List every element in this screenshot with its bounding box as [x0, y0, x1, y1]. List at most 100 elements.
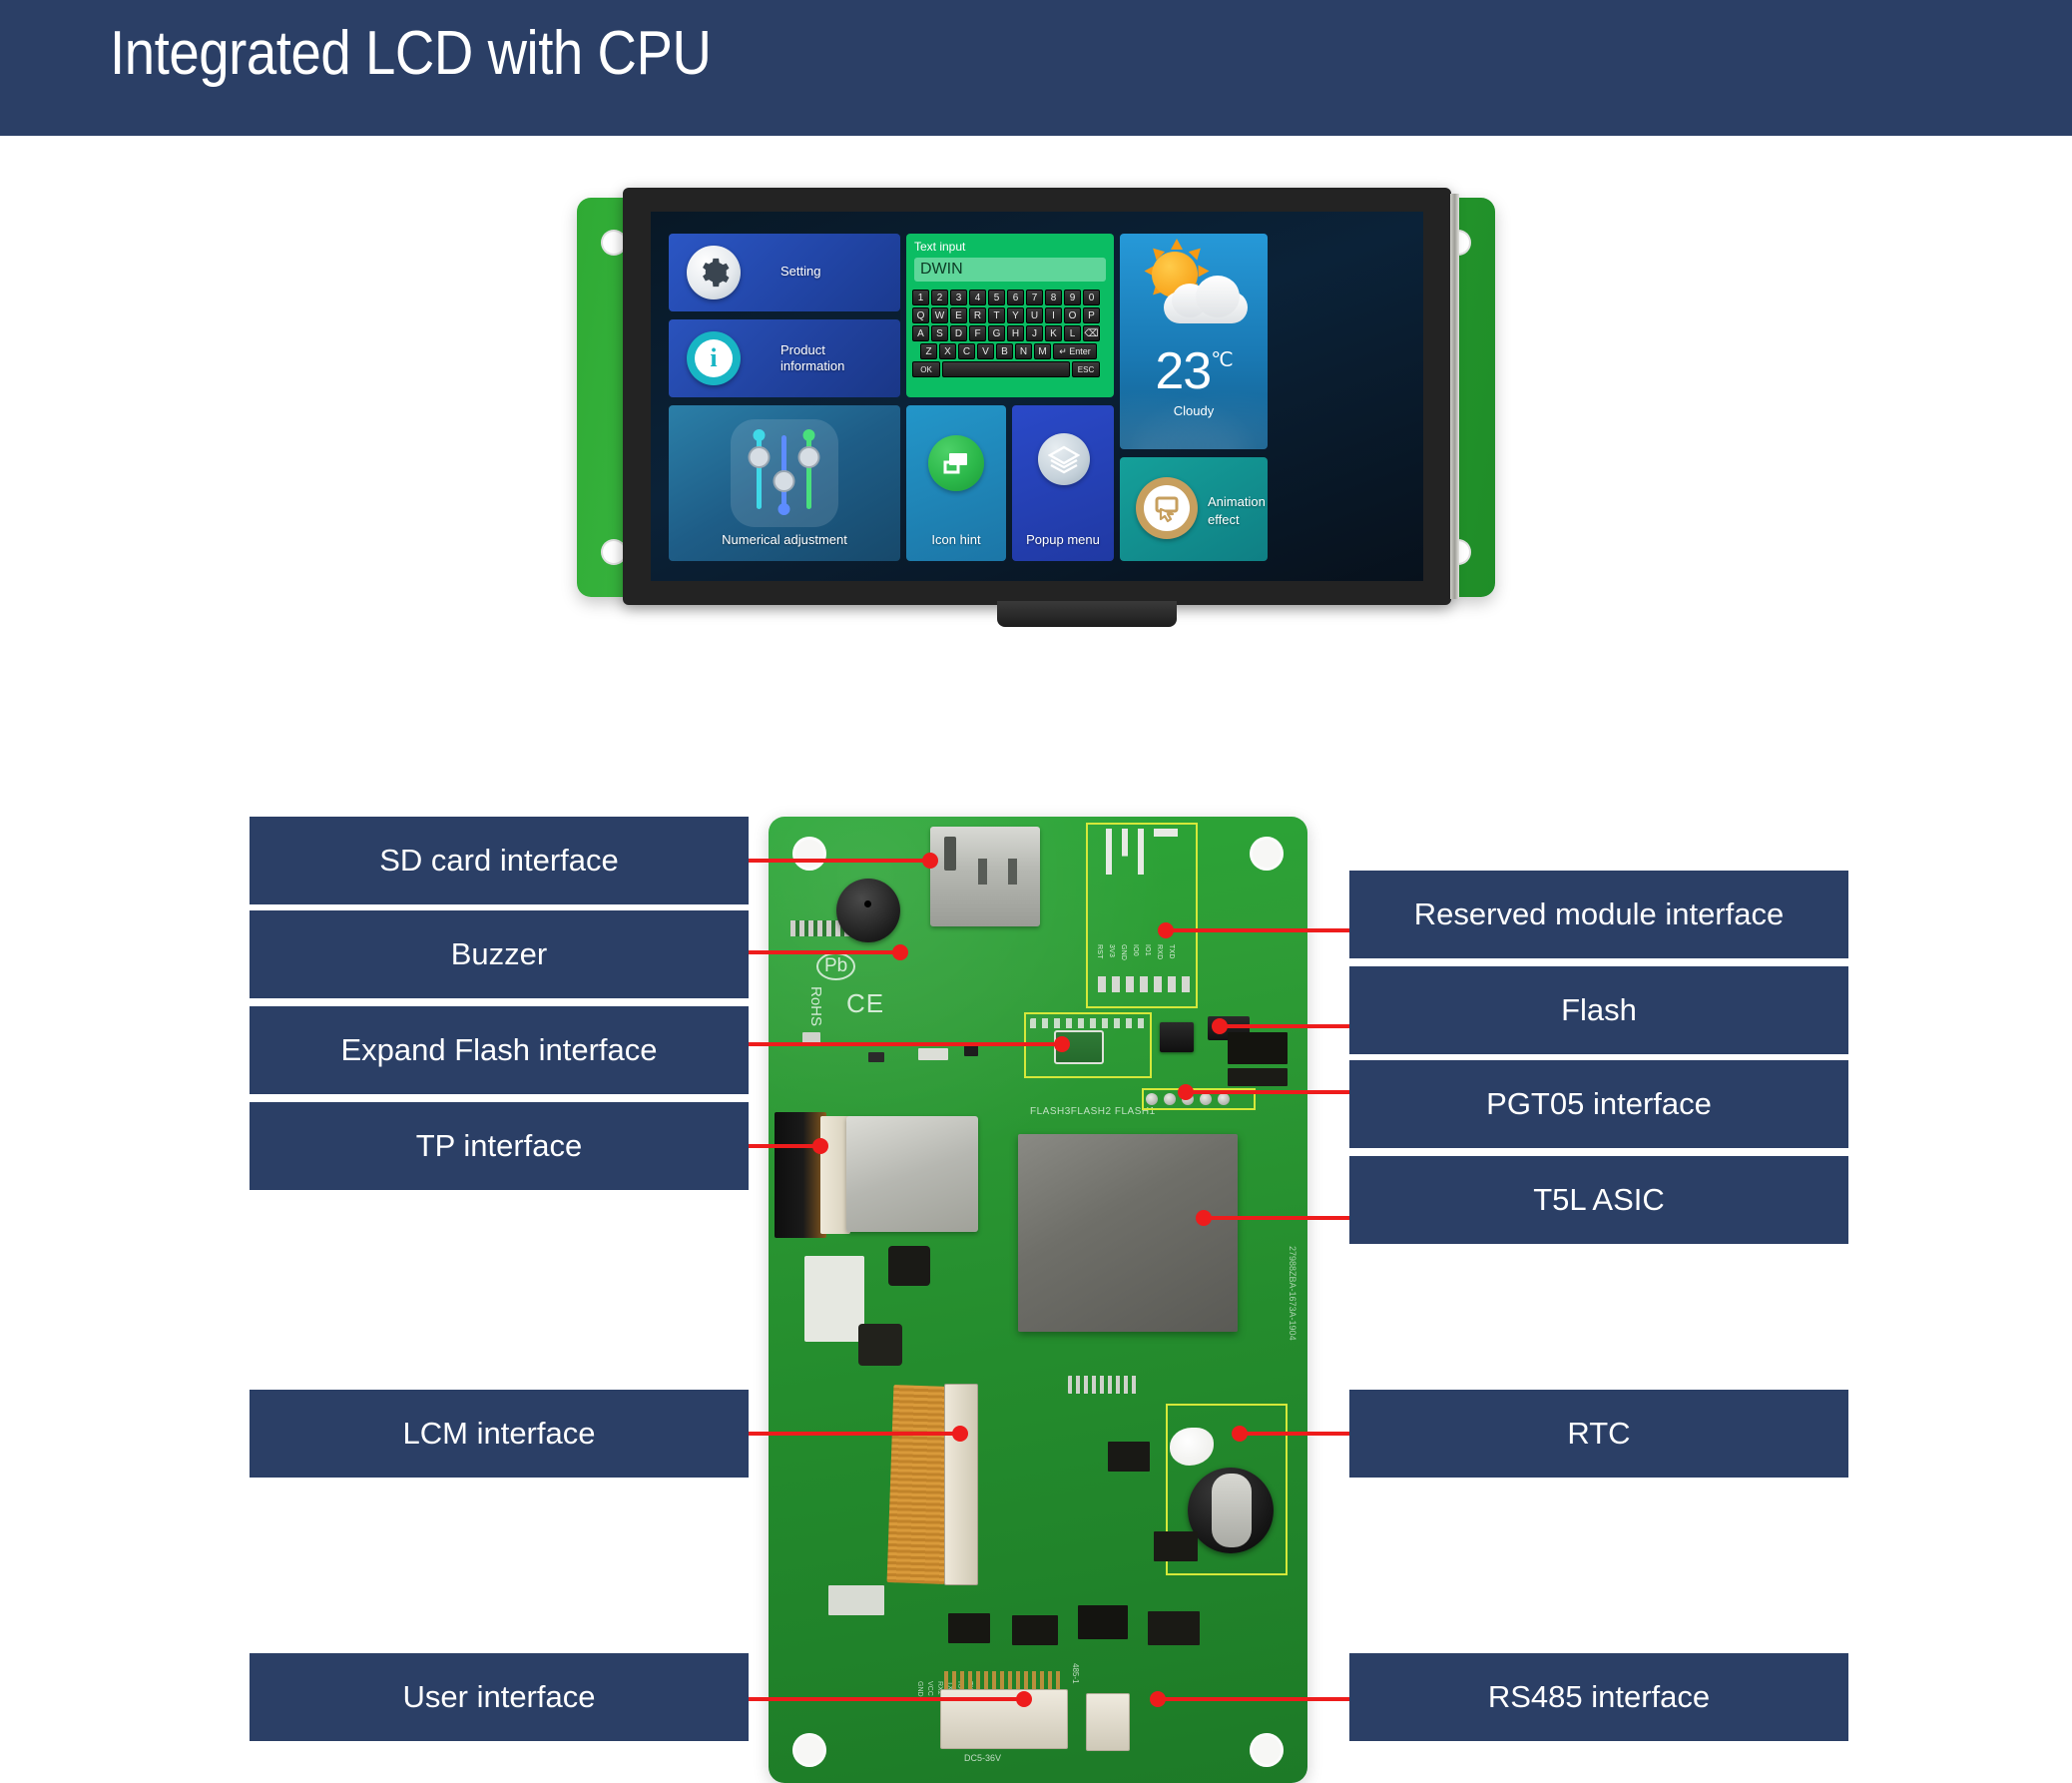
callout-label: TP interface [415, 1128, 583, 1163]
callout-lcm-interface[interactable]: LCM interface [250, 1390, 749, 1478]
tile-setting[interactable]: Setting [669, 234, 900, 311]
key-j[interactable]: J [1026, 325, 1043, 341]
key-g[interactable]: G [988, 325, 1005, 341]
callout-buzzer[interactable]: Buzzer [250, 910, 749, 998]
tile-icon-hint[interactable]: Icon hint [906, 405, 1006, 561]
key-b[interactable]: B [996, 343, 1013, 359]
key-esc[interactable]: ESC [1072, 361, 1100, 377]
key-d[interactable]: D [950, 325, 967, 341]
callout-rs485-interface[interactable]: RS485 interface [1349, 1653, 1848, 1741]
pcb-board-photo: Pb CE RoHS RST 3V3 GND IO0 IO1 RXD TXD FLASH3F… [769, 817, 1307, 1783]
key-k[interactable]: K [1045, 325, 1062, 341]
tile-setting-label: Setting [780, 264, 821, 279]
flash-chip [1160, 1022, 1194, 1052]
key-3[interactable]: 3 [950, 290, 967, 305]
tile-text-input-keyboard[interactable]: Text input DWIN 1234567890 QWERTYUIOP AS… [906, 234, 1114, 397]
inductor [858, 1324, 902, 1366]
leader-line-user-interface [749, 1697, 1024, 1701]
key-ok[interactable]: OK [912, 361, 940, 377]
user-connector-pins [944, 1671, 1064, 1691]
smd-part [1148, 1611, 1200, 1645]
callout-label: Reserved module interface [1413, 896, 1785, 931]
key-9[interactable]: 9 [1064, 290, 1081, 305]
callout-rtc[interactable]: RTC [1349, 1390, 1848, 1478]
tp-fpc-cable [775, 1112, 826, 1238]
key-x[interactable]: X [939, 343, 956, 359]
key-z[interactable]: Z [920, 343, 937, 359]
callout-t5l-asic[interactable]: T5L ASIC [1349, 1156, 1848, 1244]
page-title: Integrated LCD with CPU [110, 19, 712, 88]
callout-reserved-module-interface[interactable]: Reserved module interface [1349, 871, 1848, 958]
tile-product-information[interactable]: i Product information [669, 319, 900, 397]
callout-user-interface[interactable]: User interface [250, 1653, 749, 1741]
smd-pads [1068, 1376, 1138, 1394]
leader-line-t5l-asic [1206, 1216, 1349, 1220]
ce-silkscreen: CE [846, 988, 885, 1018]
marker-lcm-interface [952, 1426, 968, 1442]
marker-reserved-module-interface [1158, 922, 1174, 938]
key-v[interactable]: V [977, 343, 994, 359]
buzzer-component [836, 879, 900, 942]
key-l[interactable]: L [1064, 325, 1081, 341]
leader-line-rs485-interface [1160, 1697, 1349, 1701]
callout-label: Expand Flash interface [340, 1032, 658, 1067]
tile-numerical-adjustment[interactable]: Numerical adjustment [669, 405, 900, 561]
key-7[interactable]: 7 [1026, 290, 1043, 305]
leader-line-expand-flash-interface [749, 1042, 1062, 1046]
callout-sd-card-interface[interactable]: SD card interface [250, 817, 749, 904]
key-a[interactable]: A [912, 325, 929, 341]
tile-animation-effect[interactable]: Animation effect [1120, 457, 1268, 561]
tile-popup-menu[interactable]: Popup menu [1012, 405, 1114, 561]
marker-expand-flash-interface [1054, 1036, 1070, 1052]
key-p[interactable]: P [1083, 307, 1100, 323]
keyboard-row-qwerty[interactable]: QWERTYUIOP [912, 307, 1108, 323]
text-input-field[interactable]: DWIN [914, 258, 1106, 282]
key-2[interactable]: 2 [931, 290, 948, 305]
keyboard-row-space[interactable]: OK ESC [912, 361, 1108, 377]
key-6[interactable]: 6 [1007, 290, 1024, 305]
callout-flash[interactable]: Flash [1349, 966, 1848, 1054]
mounting-hole [1250, 837, 1284, 871]
tile-weather[interactable]: 23℃ Cloudy [1120, 234, 1268, 449]
key-4[interactable]: 4 [969, 290, 986, 305]
virtual-keyboard[interactable]: 1234567890 QWERTYUIOP A S D F G H J K L ⌫ ZXCVBNM… [912, 290, 1108, 379]
key-h[interactable]: H [1007, 325, 1024, 341]
key-space[interactable] [942, 361, 1070, 377]
key--[interactable]: ⌫ [1083, 325, 1100, 341]
key-5[interactable]: 5 [988, 290, 1005, 305]
callout-expand-flash-interface[interactable]: Expand Flash interface [250, 1006, 749, 1094]
keyboard-row-numbers[interactable]: 1234567890 [912, 290, 1108, 305]
key-f[interactable]: F [969, 325, 986, 341]
keyboard-row-home[interactable]: A S D F G H J K L ⌫ [912, 325, 1108, 341]
key-q[interactable]: Q [912, 307, 929, 323]
callout-tp-interface[interactable]: TP interface [250, 1102, 749, 1190]
key-t[interactable]: T [988, 307, 1005, 323]
smd-part [918, 1048, 948, 1060]
lcd-module-photo: Setting i Product information Text input… [577, 188, 1495, 627]
callout-label: User interface [402, 1679, 596, 1714]
key-c[interactable]: C [958, 343, 975, 359]
key-n[interactable]: N [1015, 343, 1032, 359]
key-r[interactable]: R [969, 307, 986, 323]
smd-part [1078, 1605, 1128, 1639]
key-y[interactable]: Y [1007, 307, 1024, 323]
key-i[interactable]: I [1045, 307, 1062, 323]
pb-silkscreen: Pb [816, 952, 856, 980]
tile-popup-menu-label: Popup menu [1026, 532, 1100, 547]
sun-behind-cloud-icon [1140, 239, 1250, 327]
key-8[interactable]: 8 [1045, 290, 1062, 305]
key-w[interactable]: W [931, 307, 948, 323]
key-s[interactable]: S [931, 325, 948, 341]
key-m[interactable]: M [1034, 343, 1051, 359]
key-o[interactable]: O [1064, 307, 1081, 323]
page-root: Integrated LCD with CPU Setting i Produc… [0, 0, 2072, 1783]
keyboard-row-bottom[interactable]: Z X C V B N M ↵ Enter [912, 343, 1108, 359]
callout-pgt05-interface[interactable]: PGT05 interface [1349, 1060, 1848, 1148]
key-1[interactable]: 1 [912, 290, 929, 305]
key--enter[interactable]: ↵ Enter [1053, 343, 1097, 359]
key-e[interactable]: E [950, 307, 967, 323]
key-u[interactable]: U [1026, 307, 1043, 323]
key-0[interactable]: 0 [1083, 290, 1100, 305]
smd-part [804, 1256, 864, 1342]
marker-user-interface [1016, 1691, 1032, 1707]
